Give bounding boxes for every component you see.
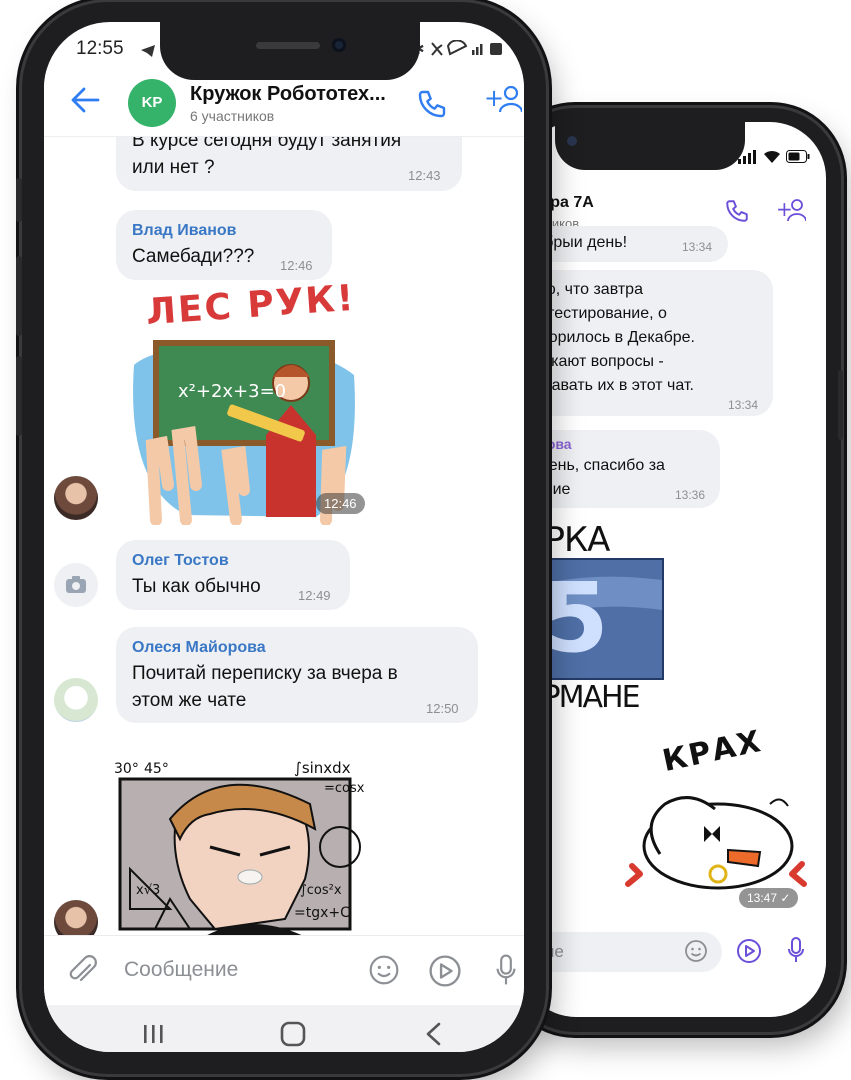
attachment-clip-icon[interactable] — [68, 955, 98, 992]
back-arrow-icon[interactable] — [70, 86, 100, 119]
math-boy-sticker[interactable]: 30° 45° ∫sinxdx =cosx x√3 ∫cos²x =tgx+C — [110, 759, 380, 935]
back-message-bubble[interactable]: добрыи день! 13:34 — [520, 226, 728, 262]
sticker-time-badge: 12:46 — [316, 493, 365, 514]
front-phone-screen: 12:55 ✱ KP Кружок Робототех... 6 участни… — [44, 22, 524, 1052]
system-navigation-bar — [44, 1005, 524, 1052]
add-member-icon[interactable]: + — [484, 84, 524, 121]
back-message-bubble[interactable]: наю, что завтра ся тестирование, о говор… — [520, 270, 773, 416]
message-bubble[interactable]: Олеся Майорова Почитай переписку за вчер… — [116, 627, 478, 723]
emoji-icon[interactable] — [368, 954, 400, 991]
status-time: 12:55 — [76, 38, 124, 59]
message-input[interactable]: Сообщение — [124, 958, 238, 982]
nav-back-icon[interactable] — [424, 1021, 444, 1052]
phone-call-icon[interactable] — [724, 198, 750, 229]
emoji-icon[interactable] — [684, 939, 708, 968]
add-member-icon[interactable]: + — [776, 197, 807, 230]
sender-name[interactable]: Влад Иванов — [132, 222, 237, 240]
front-phone-notch — [160, 22, 420, 80]
sender-avatar[interactable] — [54, 678, 98, 722]
video-message-icon[interactable] — [736, 938, 762, 969]
chat-header: KP Кружок Робототех... 6 участников + — [44, 70, 524, 137]
home-icon[interactable] — [280, 1021, 306, 1052]
recent-apps-icon[interactable] — [142, 1023, 166, 1050]
message-input-bar: Сообщение — [44, 935, 524, 1006]
sender-avatar[interactable] — [54, 900, 98, 935]
sender-avatar[interactable] — [54, 476, 98, 520]
back-message-bubble[interactable]: кова й день, спасибо за нание 13:36 — [520, 430, 720, 508]
sender-name[interactable]: Олеся Майорова — [132, 639, 266, 657]
microphone-icon[interactable] — [786, 936, 806, 969]
back-phone-screen: гебра 7А астников + добрыи день! 13:34 н… — [520, 122, 826, 1017]
chat-subtitle: 6 участников — [190, 108, 275, 124]
group-avatar[interactable]: KP — [128, 79, 176, 127]
mute-switch — [16, 178, 22, 222]
message-bubble[interactable]: В курсе сегодня будут занятия или нет ? … — [116, 137, 462, 191]
telegram-status-icon — [140, 42, 156, 63]
phone-call-icon[interactable] — [416, 88, 448, 125]
sender-name[interactable]: Олег Тостов — [132, 552, 229, 570]
board-formula: x²+2x+3=0 — [178, 381, 287, 402]
status-icons: ✱ — [412, 39, 512, 63]
wifi-icon — [763, 148, 781, 169]
battery-icon — [786, 150, 810, 168]
message-bubble[interactable]: Влад Иванов Самебади??? 12:46 — [116, 210, 332, 280]
volume-down-button — [16, 356, 22, 436]
back-phone-notch — [555, 122, 745, 170]
back-phone-side-button — [838, 370, 843, 440]
chat-title[interactable]: Кружок Робототех... — [190, 83, 386, 106]
message-bubble[interactable]: Олег Тостов Ты как обычно 12:49 — [116, 540, 350, 610]
volume-up-button — [16, 256, 22, 336]
forest-of-hands-sticker[interactable]: ЛЕС РУК! x²+2x+3=0 — [116, 278, 366, 526]
back-input-bar: ение — [520, 922, 826, 982]
microphone-icon[interactable] — [494, 952, 518, 993]
message-list: В курсе сегодня будут занятия или нет ? … — [44, 137, 524, 935]
video-message-icon[interactable] — [428, 954, 462, 993]
crash-goose-sticker[interactable]: КРАХ — [620, 724, 810, 914]
camera-placeholder-avatar[interactable] — [54, 563, 98, 607]
sticker-time-badge: 13:47 ✓ — [739, 888, 799, 908]
